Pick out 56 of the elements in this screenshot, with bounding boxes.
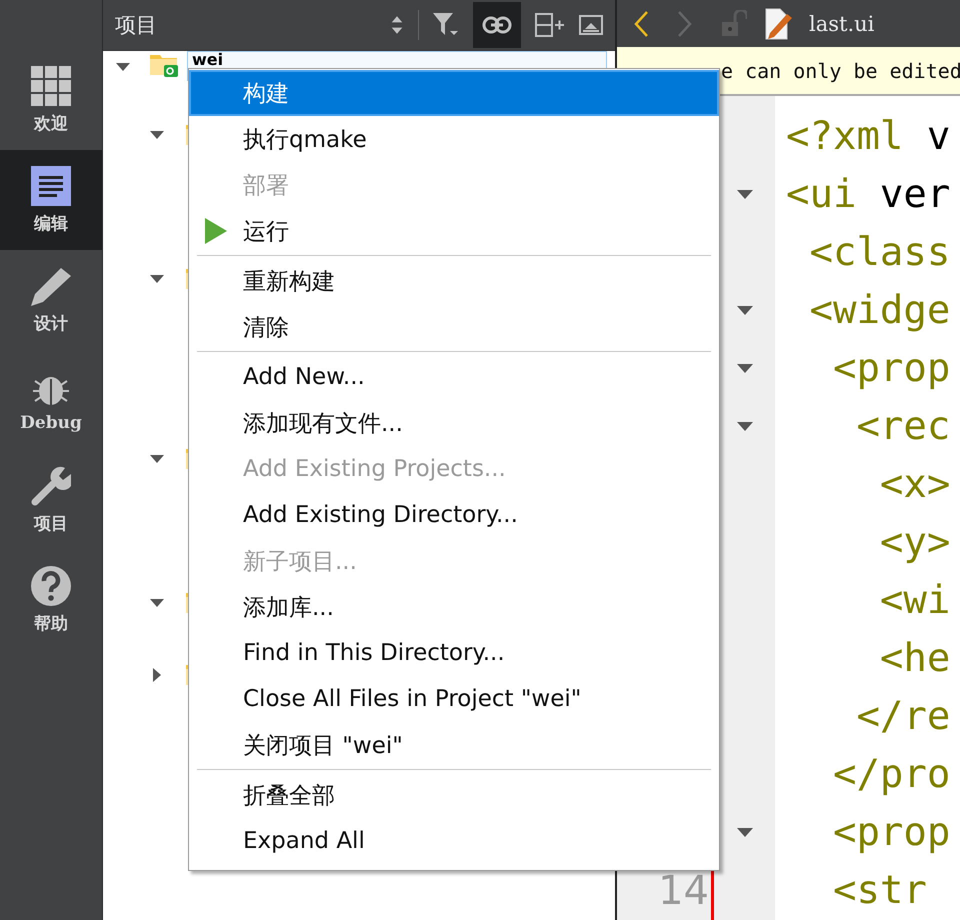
sort-icon[interactable] [390, 14, 404, 36]
menu-item[interactable]: 添加现有文件... [189, 400, 719, 446]
code-line: <he [878, 635, 950, 683]
menu-item[interactable]: 构建 [189, 70, 719, 116]
code-line: <x> [878, 461, 950, 509]
code-line: </re [855, 693, 950, 741]
code-line: <rec [855, 403, 950, 451]
file-name: last.ui [809, 12, 874, 36]
mode-button[interactable]: 编辑 [0, 150, 102, 250]
mode-button[interactable]: 帮助 [0, 550, 102, 650]
code-line: <?xml v [785, 113, 950, 161]
help-icon [31, 566, 71, 606]
menu-item[interactable]: Close All Files in Project "wei" [189, 676, 719, 722]
code-line: <str [832, 867, 927, 915]
line-number: 14 [658, 868, 709, 914]
code-line: <wi [878, 577, 950, 625]
menu-item[interactable]: 清除 [189, 304, 719, 350]
mode-button[interactable]: 项目 [0, 450, 102, 550]
code-line: <widge [808, 287, 950, 335]
code-line: <prop [832, 809, 950, 857]
code-line: <prop [832, 345, 950, 393]
file-edit-icon [765, 8, 793, 40]
fold-arrow-icon[interactable] [736, 364, 752, 374]
fold-arrow-icon[interactable] [736, 190, 752, 200]
menu-item[interactable]: Add New... [189, 354, 719, 400]
filter-icon[interactable] [433, 13, 459, 37]
split-add-icon[interactable] [535, 13, 565, 37]
link-button[interactable] [473, 2, 521, 48]
menu-item[interactable]: 运行 [189, 208, 719, 254]
dock-icon[interactable] [579, 15, 603, 35]
menu-item[interactable]: 重新构建 [189, 258, 719, 304]
fold-arrow-icon[interactable] [736, 828, 752, 838]
mode-button[interactable]: 设计 [0, 250, 102, 350]
grid-icon [31, 66, 71, 106]
fold-arrow-icon[interactable] [736, 306, 752, 316]
menu-item[interactable]: Expand All [189, 818, 719, 864]
menu-item[interactable]: 折叠全部 [189, 772, 719, 818]
menu-item[interactable]: Find in This Directory... [189, 630, 719, 676]
menu-item[interactable]: 执行qmake [189, 116, 719, 162]
menu-item[interactable]: 关闭项目 "wei" [189, 722, 719, 768]
info-text: e can only be edited [721, 58, 960, 82]
code-line: <class [808, 229, 950, 277]
panel-title: 项目 [115, 12, 157, 39]
fold-arrow-icon[interactable] [736, 422, 752, 432]
wrench-icon [31, 466, 71, 506]
run-icon [205, 218, 227, 244]
mode-button[interactable]: Debug [0, 350, 102, 450]
mode-button[interactable]: 欢迎 [0, 50, 102, 150]
menu-item[interactable]: 添加库... [189, 584, 719, 630]
document-icon [31, 166, 71, 206]
pencil-icon [31, 266, 71, 306]
code-line: <ui ver [785, 171, 950, 219]
menu-item[interactable]: Add Existing Directory... [189, 492, 719, 538]
code-line: <y> [878, 519, 950, 567]
code-line: </pro [832, 751, 950, 799]
link-icon [482, 16, 512, 34]
